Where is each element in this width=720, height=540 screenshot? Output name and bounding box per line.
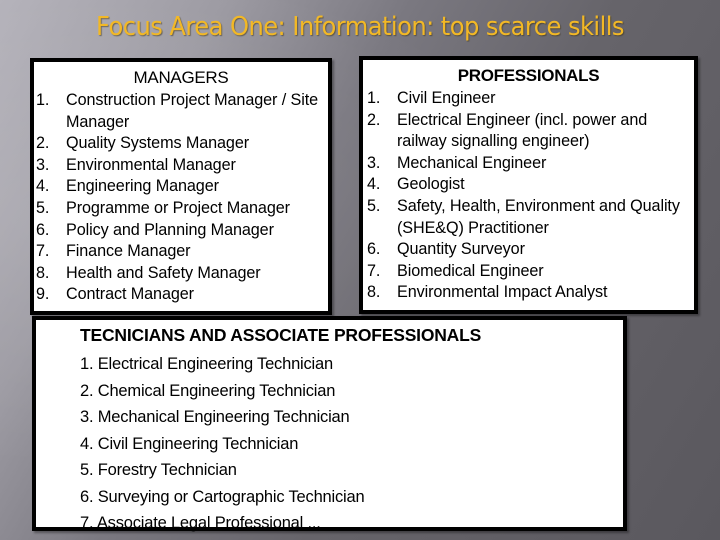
list-item: 8. Health and Safety Manager — [34, 263, 328, 285]
professionals-box: PROFESSIONALS 1. Civil Engineer 2. Electri… — [359, 56, 698, 314]
item-number: 4. — [367, 175, 381, 194]
item-number: 5. — [36, 198, 50, 217]
item-number: 5. — [367, 196, 381, 215]
item-number: 2. — [36, 134, 50, 153]
list-item: 7. Finance Manager — [34, 241, 328, 263]
item-text: Contract Manager — [66, 285, 194, 304]
list-item: 2. Quality Systems Manager — [34, 133, 328, 155]
list-item: 4. Civil Engineering Technician — [80, 434, 299, 453]
list-item: 1. Civil Engineer — [365, 88, 694, 110]
technicians-heading: TECNICIANS AND ASSOCIATE PROFESSIONALS — [80, 325, 482, 345]
item-number: 6. — [367, 240, 381, 259]
item-text: Policy and Planning Manager — [66, 220, 274, 239]
item-text: Environmental Impact Analyst — [397, 283, 608, 302]
item-text: Environmental Manager — [66, 155, 236, 174]
item-number: 9. — [36, 285, 50, 304]
list-item: 6. Policy and Planning Manager — [34, 220, 328, 242]
item-number: 7. — [36, 242, 50, 261]
item-text: Safety, Health, Environment and Quality … — [397, 196, 680, 237]
item-text: Programme or Project Manager — [66, 198, 290, 217]
list-item: 1. Electrical Engineering Technician — [80, 355, 333, 373]
list-item: 3. Mechanical Engineering Technician — [80, 408, 350, 426]
item-number: 2. — [367, 110, 381, 129]
item-text: Mechanical Engineer — [397, 153, 547, 172]
item-number: 1. — [367, 89, 381, 107]
list-item: 5. Forestry Technician — [80, 461, 237, 479]
list-item: 8. Environmental Impact Analyst — [365, 282, 694, 304]
list-item: 4. Geologist — [365, 174, 694, 196]
list-item: 5. Programme or Project Manager — [34, 198, 328, 220]
item-text: Finance Manager — [66, 242, 191, 261]
item-text: Biomedical Engineer — [397, 261, 544, 280]
item-text: Quantity Surveyor — [397, 240, 525, 259]
item-text: Civil Engineer — [397, 89, 496, 107]
item-number: 1. — [36, 91, 50, 109]
list-item: 1. Construction Project Manager / Site Ma… — [34, 90, 328, 133]
list-item: 7. Biomedical Engineer — [365, 261, 694, 283]
item-text: Construction Project Manager / Site Mana… — [66, 91, 319, 131]
list-item: 9. Contract Manager — [34, 284, 328, 306]
professionals-list: 1. Civil Engineer 2. Electrical Engineer (… — [365, 88, 694, 304]
item-number: 3. — [36, 155, 50, 174]
list-item: 4. Engineering Manager — [34, 176, 328, 198]
managers-box: MANAGERS 1. Construction Project Manager … — [30, 58, 332, 315]
item-text: Engineering Manager — [66, 177, 219, 196]
list-item: 7. Associate Legal Professional ... — [80, 514, 321, 532]
item-text: Electrical Engineer (incl. power and rai… — [397, 110, 648, 151]
item-number: 8. — [367, 283, 381, 302]
slide-title: Focus Area One: Information: top scarce … — [96, 12, 624, 42]
list-item: 3. Environmental Manager — [34, 155, 328, 177]
item-number: 3. — [367, 153, 381, 172]
managers-heading: MANAGERS — [133, 68, 229, 87]
managers-list: 1. Construction Project Manager / Site Ma… — [34, 90, 328, 306]
technicians-box: TECNICIANS AND ASSOCIATE PROFESSIONALS 1… — [32, 316, 627, 532]
list-item: 6. Surveying or Cartographic Technician — [80, 487, 365, 506]
item-number: 7. — [367, 261, 381, 280]
item-number: 4. — [36, 177, 50, 196]
list-item: 2. Electrical Engineer (incl. power and r… — [365, 110, 694, 153]
technicians-list: 1. Electrical Engineering Technician 2. … — [80, 351, 623, 537]
item-text: Quality Systems Manager — [66, 134, 250, 153]
item-number: 6. — [36, 220, 50, 239]
list-item: 5. Safety, Health, Environment and Qualit… — [365, 196, 694, 239]
list-item: 6. Quantity Surveyor — [365, 239, 694, 261]
item-text: Geologist — [397, 175, 465, 194]
list-item: 3. Mechanical Engineer — [365, 153, 694, 175]
professionals-heading: PROFESSIONALS — [457, 66, 600, 85]
item-number: 8. — [36, 263, 50, 282]
item-text: Health and Safety Manager — [66, 263, 261, 282]
list-item: 2. Chemical Engineering Technician — [80, 381, 336, 400]
